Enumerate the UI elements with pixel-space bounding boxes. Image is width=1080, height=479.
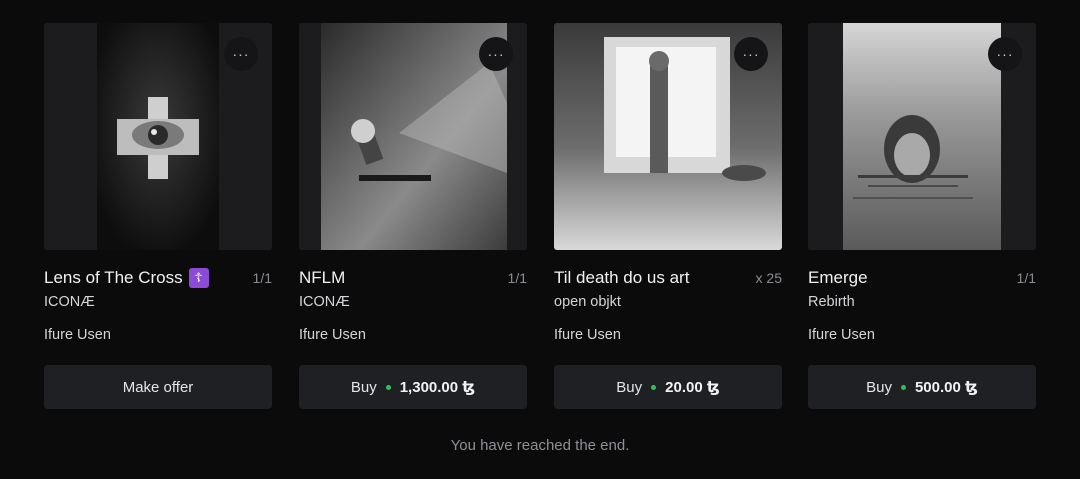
collection-link[interactable]: Rebirth bbox=[808, 294, 1036, 312]
more-options-button[interactable]: ··· bbox=[479, 37, 513, 71]
artwork-card: ··· Emerge 1/1 Rebirth Ifure Usen Buy 50… bbox=[808, 23, 1036, 409]
artwork-title[interactable]: Lens of The Cross ☦ bbox=[44, 268, 245, 289]
more-options-button[interactable]: ··· bbox=[734, 37, 768, 71]
price-status-dot bbox=[651, 384, 657, 390]
artwork-title[interactable]: Til death do us art bbox=[554, 268, 748, 288]
more-options-button[interactable]: ··· bbox=[988, 37, 1022, 71]
action-label: Buy bbox=[866, 378, 892, 396]
artwork-grid: ··· Lens of The Cross ☦ 1/1 ICONÆ Ifure U… bbox=[44, 23, 1036, 413]
artwork-title[interactable]: Emerge bbox=[808, 268, 1009, 288]
artist-link[interactable]: Ifure Usen bbox=[299, 327, 527, 345]
buy-button[interactable]: Buy 1,300.00 ꜩ bbox=[299, 365, 527, 409]
artwork-thumbnail[interactable]: ··· bbox=[299, 23, 527, 250]
edition-count: 1/1 bbox=[1016, 270, 1036, 286]
artwork-title-text: Lens of The Cross bbox=[44, 267, 183, 287]
price-status-dot bbox=[900, 384, 906, 390]
price-status-dot bbox=[385, 384, 391, 390]
artwork-card: ··· Lens of The Cross ☦ 1/1 ICONÆ Ifure U… bbox=[44, 23, 272, 409]
make-offer-button[interactable]: Make offer bbox=[44, 365, 272, 409]
collection-link[interactable]: open objkt bbox=[554, 294, 782, 312]
action-label: Buy bbox=[350, 378, 377, 396]
edition-count: 1/1 bbox=[507, 270, 527, 286]
buy-button[interactable]: Buy 500.00 ꜩ bbox=[808, 365, 1036, 409]
artwork-thumbnail[interactable]: ··· bbox=[44, 23, 272, 250]
artwork-card: ··· Til death do us art x 25 open objkt … bbox=[554, 23, 782, 409]
end-of-list-message: You have reached the end. bbox=[450, 437, 630, 454]
artist-link[interactable]: Ifure Usen bbox=[808, 327, 1036, 345]
orthodox-cross-icon: ☦ bbox=[188, 268, 209, 289]
action-label: Buy bbox=[616, 378, 643, 396]
artwork-thumbnail[interactable]: ··· bbox=[554, 23, 782, 250]
collection-link[interactable]: ICONÆ bbox=[44, 294, 272, 312]
artwork-card: ··· NFLM 1/1 ICONÆ Ifure Usen Buy 1,300.… bbox=[299, 23, 527, 409]
artwork-title[interactable]: NFLM bbox=[299, 268, 500, 288]
buy-button[interactable]: Buy 20.00 ꜩ bbox=[554, 365, 782, 409]
artist-link[interactable]: Ifure Usen bbox=[554, 327, 782, 345]
collection-link[interactable]: ICONÆ bbox=[299, 294, 527, 312]
price-value: 20.00 ꜩ bbox=[665, 379, 720, 396]
edition-count: x 25 bbox=[755, 270, 782, 286]
edition-count: 1/1 bbox=[252, 270, 272, 286]
action-label: Make offer bbox=[122, 378, 194, 396]
price-value: 1,300.00 ꜩ bbox=[399, 379, 476, 396]
price-value: 500.00 ꜩ bbox=[914, 379, 978, 396]
more-options-button[interactable]: ··· bbox=[224, 37, 258, 71]
artwork-thumbnail[interactable]: ··· bbox=[808, 23, 1036, 250]
artist-link[interactable]: Ifure Usen bbox=[44, 327, 272, 345]
